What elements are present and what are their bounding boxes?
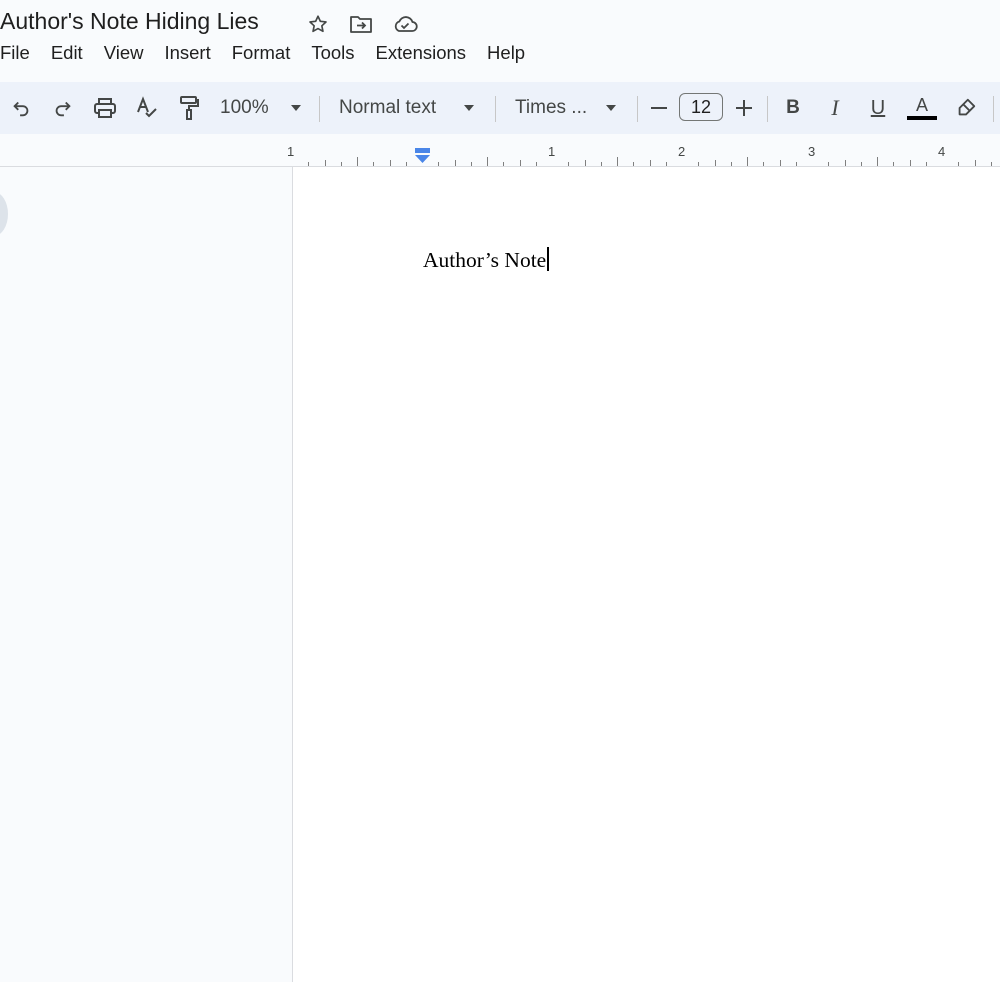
paragraph-style-select[interactable]: Normal text <box>339 94 449 122</box>
ruler-tick <box>974 160 976 166</box>
ruler-tick <box>990 162 992 166</box>
menu-extensions[interactable]: Extensions <box>376 42 467 68</box>
outline-toggle-button[interactable] <box>0 192 8 236</box>
toolbar-divider <box>637 96 638 122</box>
document-page[interactable]: Author’s Note <box>292 167 1000 982</box>
ruler-tick <box>519 160 521 166</box>
ruler-tick <box>617 157 618 166</box>
toolbar-divider <box>495 96 496 122</box>
ruler-tick <box>649 160 651 166</box>
ruler-tick <box>454 160 456 166</box>
increase-font-size-icon[interactable] <box>733 94 755 122</box>
ruler-tick <box>438 162 440 166</box>
menu-insert[interactable]: Insert <box>164 42 210 68</box>
highlight-icon[interactable] <box>953 94 979 122</box>
text-color-swatch <box>907 116 937 120</box>
cloud-saved-icon[interactable] <box>392 11 418 37</box>
zoom-select[interactable]: 100% <box>220 94 276 122</box>
toolbar-divider <box>319 96 320 122</box>
zoom-dropdown-icon[interactable] <box>287 94 305 122</box>
ruler-tick <box>487 157 488 166</box>
menu-help[interactable]: Help <box>487 42 525 68</box>
menu-tools[interactable]: Tools <box>311 42 354 68</box>
ruler-tick <box>795 162 797 166</box>
undo-icon[interactable] <box>8 94 34 122</box>
ruler-tick <box>405 162 407 166</box>
ruler-tick <box>828 162 830 166</box>
ruler-tick <box>877 157 878 166</box>
bold-button[interactable]: B <box>780 94 806 122</box>
toolbar-divider <box>767 96 768 122</box>
ruler-tick <box>357 157 358 166</box>
ruler-tick <box>844 160 846 166</box>
menu-format[interactable]: Format <box>232 42 291 68</box>
ruler-tick <box>308 162 310 166</box>
zoom-value: 100% <box>220 97 269 118</box>
underline-button[interactable]: U <box>865 94 891 122</box>
document-title[interactable]: Author's Note Hiding Lies <box>0 8 259 35</box>
font-dropdown-icon[interactable] <box>602 94 620 122</box>
ruler-tick <box>925 162 927 166</box>
ruler-label: 4 <box>938 144 946 159</box>
ruler-label: 1 <box>548 144 556 159</box>
ruler-tick <box>665 162 667 166</box>
move-folder-icon[interactable] <box>348 11 374 37</box>
ruler-tick <box>730 162 732 166</box>
bold-label: B <box>786 97 800 118</box>
ruler-tick <box>324 160 326 166</box>
ruler-tick <box>503 162 505 166</box>
text-cursor <box>547 247 550 271</box>
spellcheck-icon[interactable] <box>134 94 160 122</box>
ruler-tick <box>909 160 911 166</box>
ruler-tick <box>893 162 895 166</box>
redo-icon[interactable] <box>50 94 76 122</box>
style-dropdown-icon[interactable] <box>460 94 478 122</box>
italic-button[interactable]: I <box>822 94 848 122</box>
ruler-tick <box>389 160 391 166</box>
toolbar-divider <box>993 96 994 122</box>
ruler-tick <box>714 160 716 166</box>
ruler-tick <box>568 162 570 166</box>
ruler-tick <box>633 162 635 166</box>
ruler-tick <box>747 157 748 166</box>
menu-bar: File Edit View Insert Format Tools Exten… <box>0 42 546 68</box>
font-family-value: Times ... <box>515 97 588 118</box>
ruler-label: 3 <box>808 144 816 159</box>
first-line-indent-marker[interactable] <box>414 148 431 164</box>
ruler-tick <box>340 162 342 166</box>
ruler-tick <box>763 162 765 166</box>
menu-file[interactable]: File <box>0 42 30 68</box>
paint-format-icon[interactable] <box>176 94 202 122</box>
star-icon[interactable] <box>305 11 331 37</box>
ruler-tick <box>698 162 700 166</box>
title-bar: Author's Note Hiding Lies <box>0 0 1000 44</box>
ruler-tick <box>373 162 375 166</box>
ruler-tick <box>958 162 960 166</box>
ruler[interactable]: 1 1 2 3 4 <box>0 142 1000 167</box>
italic-label: I <box>831 95 839 120</box>
ruler-tick <box>600 162 602 166</box>
document-text: Author’s Note <box>423 248 547 272</box>
text-color-label: A <box>915 95 928 115</box>
ruler-tick <box>470 162 472 166</box>
ruler-tick <box>584 160 586 166</box>
document-body-text[interactable]: Author’s Note <box>423 247 550 273</box>
toolbar: 100% Normal text Times ... B I U A <box>0 82 1000 134</box>
menu-view[interactable]: View <box>104 42 144 68</box>
ruler-tick <box>860 162 862 166</box>
menu-edit[interactable]: Edit <box>51 42 83 68</box>
decrease-font-size-icon[interactable] <box>648 94 670 122</box>
ruler-tick <box>779 160 781 166</box>
ruler-label: 1 <box>287 144 295 159</box>
print-icon[interactable] <box>92 94 118 122</box>
text-color-button[interactable]: A <box>906 94 938 122</box>
ruler-label: 2 <box>678 144 686 159</box>
ruler-tick <box>535 162 537 166</box>
font-size-input[interactable]: 12 <box>679 93 723 121</box>
underline-label: U <box>870 96 886 119</box>
font-family-select[interactable]: Times ... <box>515 94 595 122</box>
paragraph-style-value: Normal text <box>339 97 437 118</box>
